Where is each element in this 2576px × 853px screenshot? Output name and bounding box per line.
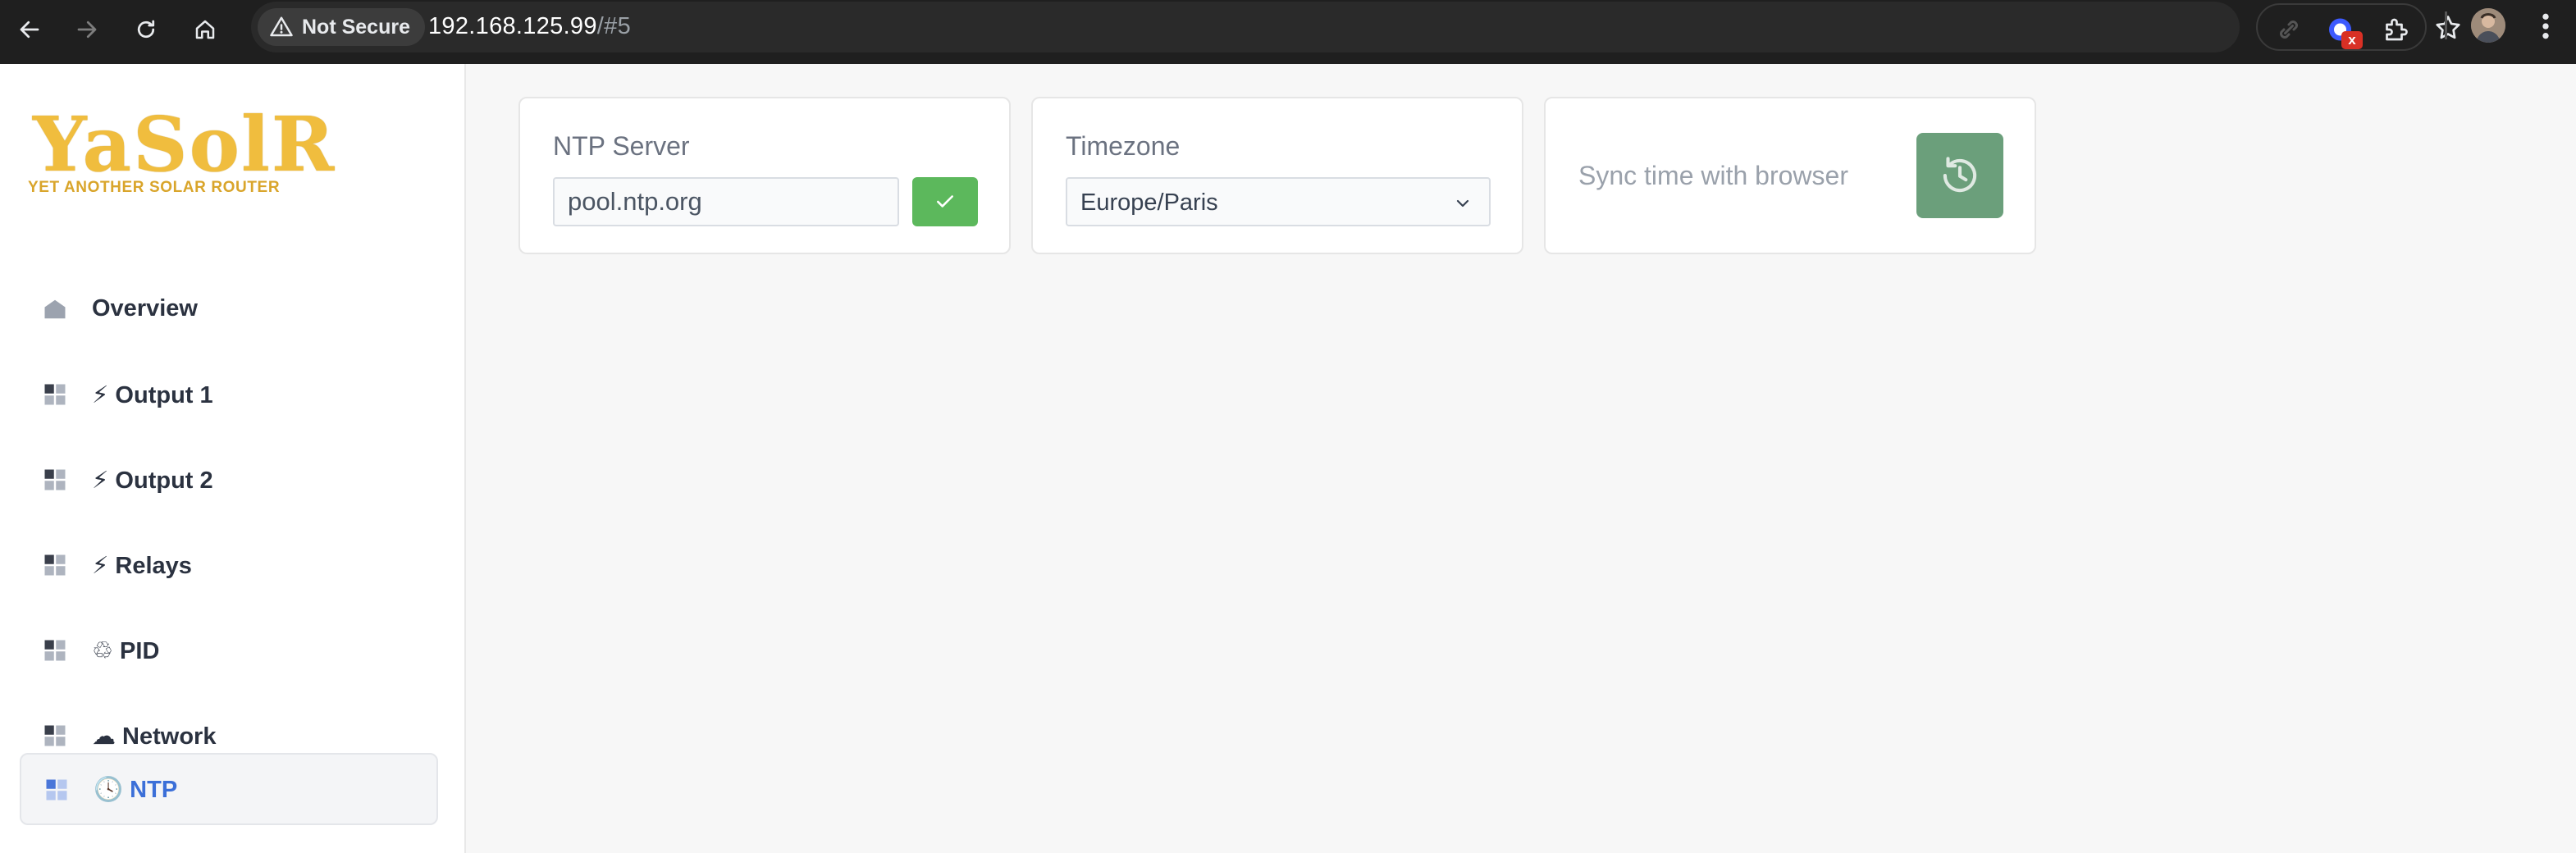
bookmark-star-icon[interactable] bbox=[2433, 13, 2463, 43]
ntp-server-input[interactable] bbox=[553, 177, 899, 226]
sidebar-item-label: ☁ Network bbox=[92, 723, 217, 750]
security-label: Not Secure bbox=[302, 15, 410, 39]
logo-subtitle: YET ANOTHER SOLAR ROUTER bbox=[28, 179, 281, 196]
sidebar-item-relays[interactable]: ⚡ Relays bbox=[20, 528, 438, 600]
sync-time-label: Sync time with browser bbox=[1578, 161, 1848, 190]
home-button[interactable] bbox=[184, 8, 226, 51]
dashboard-icon bbox=[44, 554, 66, 576]
link-icon[interactable] bbox=[2274, 15, 2304, 44]
extension-badge: x bbox=[2341, 31, 2363, 49]
sidebar-item-label: ⚡ Output 2 bbox=[92, 468, 213, 494]
dashboard-icon bbox=[44, 725, 66, 746]
puzzle-icon[interactable] bbox=[2381, 15, 2410, 44]
extensions-group: x bbox=[2256, 3, 2427, 51]
sidebar-item-overview[interactable]: Overview bbox=[20, 272, 438, 344]
profile-avatar[interactable] bbox=[2471, 8, 2505, 43]
security-chip[interactable]: Not Secure bbox=[258, 8, 425, 46]
back-button[interactable] bbox=[8, 8, 51, 51]
reload-icon bbox=[137, 20, 155, 39]
arrow-right-icon bbox=[77, 21, 97, 39]
dashboard-icon bbox=[44, 469, 66, 490]
dashboard-icon bbox=[46, 779, 67, 801]
sync-time-button[interactable] bbox=[1916, 133, 2003, 218]
url-text[interactable]: 192.168.125.99/#5 bbox=[428, 13, 631, 40]
logo-title: YaSolR bbox=[33, 100, 336, 189]
url-path: /#5 bbox=[596, 13, 632, 39]
extension-with-badge[interactable]: x bbox=[2327, 15, 2363, 49]
sidebar-item-label: ♲ PID bbox=[92, 638, 160, 664]
check-icon bbox=[937, 195, 953, 208]
home-icon bbox=[195, 20, 215, 39]
toolbar-divider bbox=[2445, 11, 2447, 39]
chevron-down-icon bbox=[1456, 199, 1469, 208]
sidebar-item-pid[interactable]: ♲ PID bbox=[20, 614, 438, 686]
browser-toolbar: Not Secure 192.168.125.99/#5 x bbox=[0, 0, 2576, 64]
sidebar-item-label: Overview bbox=[92, 295, 198, 322]
address-bar[interactable]: Not Secure 192.168.125.99/#5 bbox=[251, 2, 2460, 52]
forward-button[interactable] bbox=[66, 8, 108, 51]
save-ntp-server-button[interactable] bbox=[912, 177, 978, 226]
dashboard-icon bbox=[44, 384, 66, 405]
timezone-card: Timezone Europe/Paris bbox=[1031, 97, 1523, 254]
sidebar-item-output-2[interactable]: ⚡ Output 2 bbox=[20, 443, 438, 515]
person-icon bbox=[2471, 8, 2505, 43]
card-title: NTP Server bbox=[553, 131, 690, 161]
timezone-select[interactable]: Europe/Paris bbox=[1066, 177, 1491, 226]
timezone-selected-value: Europe/Paris bbox=[1080, 189, 1218, 216]
sync-time-card: Sync time with browser bbox=[1544, 97, 2036, 254]
sidebar-item-output-1[interactable]: ⚡ Output 1 bbox=[20, 358, 438, 430]
sidebar: YaSolR YET ANOTHER SOLAR ROUTER Overview… bbox=[0, 64, 466, 853]
sidebar-item-ntp[interactable]: 🕓 NTP bbox=[20, 753, 438, 825]
warning-icon bbox=[270, 16, 293, 37]
sidebar-item-label: 🕓 NTP bbox=[94, 777, 178, 803]
ntp-server-card: NTP Server bbox=[518, 97, 1011, 254]
more-vert-icon[interactable] bbox=[2533, 10, 2558, 43]
url-host: 192.168.125.99 bbox=[428, 13, 597, 39]
dashboard-icon bbox=[44, 640, 66, 661]
home-icon bbox=[44, 299, 66, 319]
sidebar-item-label: ⚡ Output 1 bbox=[92, 382, 213, 408]
card-title: Timezone bbox=[1066, 131, 1181, 161]
arrow-left-icon bbox=[20, 21, 39, 39]
history-icon bbox=[1943, 157, 1977, 193]
reload-button[interactable] bbox=[125, 8, 167, 51]
sidebar-item-label: ⚡ Relays bbox=[92, 553, 192, 579]
